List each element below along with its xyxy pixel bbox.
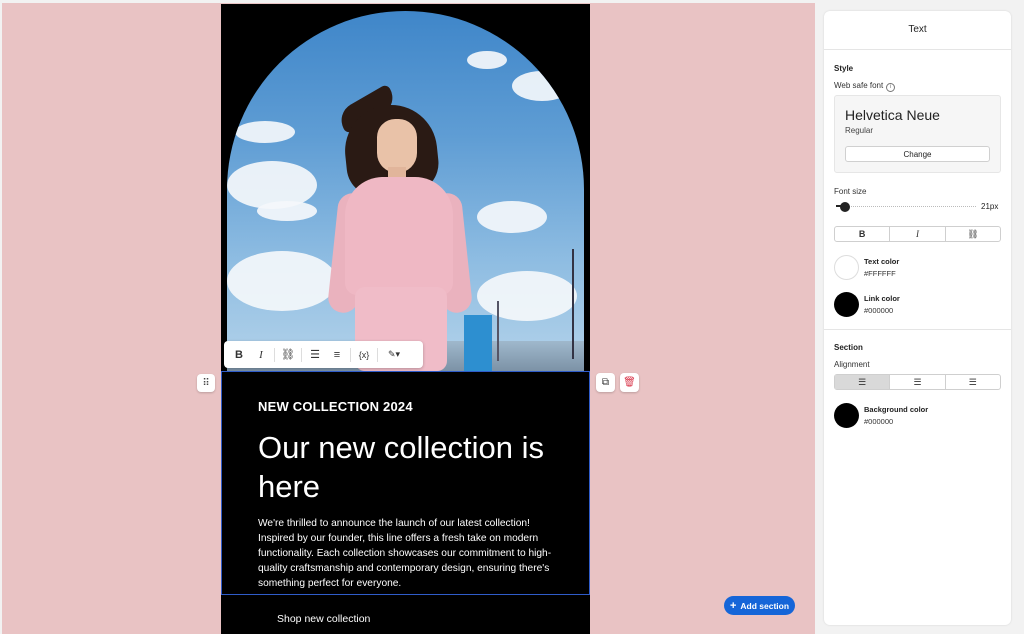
toolbar-divider xyxy=(274,347,275,362)
font-style: Regular xyxy=(845,126,874,135)
face xyxy=(377,119,417,173)
background-color-label: Background color xyxy=(864,405,929,414)
sweatshirt xyxy=(345,177,453,295)
cloud xyxy=(477,201,547,233)
font-size-value: 21px xyxy=(981,202,999,211)
bold-button[interactable]: B xyxy=(228,344,250,366)
cloud xyxy=(227,251,337,311)
align-right-icon[interactable]: ☰ xyxy=(946,375,1000,389)
link-color-value: #000000 xyxy=(864,306,894,315)
duplicate-icon[interactable]: ⧉ xyxy=(596,373,615,392)
add-section-label: Add section xyxy=(740,600,790,611)
text-color-swatch[interactable] xyxy=(834,255,859,280)
font-size-slider-track[interactable] xyxy=(836,206,976,207)
cloud xyxy=(257,201,317,221)
text-format-buttons: B I ⛓ xyxy=(834,226,1001,242)
eyebrow-text[interactable]: NEW COLLECTION 2024 xyxy=(258,399,413,414)
utility-pole xyxy=(497,301,499,361)
blue-building xyxy=(464,315,492,371)
variable-icon[interactable]: {x} xyxy=(353,344,375,366)
link-color-swatch[interactable] xyxy=(834,292,859,317)
toolbar-divider xyxy=(350,347,351,362)
toolbar-divider xyxy=(301,347,302,362)
text-color-dropdown[interactable]: ✎▾ xyxy=(380,344,408,366)
link-icon[interactable]: ⛓ xyxy=(946,227,1000,241)
link-color-label: Link color xyxy=(864,294,900,303)
align-center-icon[interactable]: ☰ xyxy=(890,375,946,389)
font-name: Helvetica Neue xyxy=(845,107,940,123)
text-color-label: Text color xyxy=(864,257,900,266)
headline-text[interactable]: Our new collection is here xyxy=(258,428,578,506)
bulleted-list-icon[interactable]: ☰ xyxy=(304,344,326,366)
body-text[interactable]: We're thrilled to announce the launch of… xyxy=(258,516,558,591)
change-font-button[interactable]: Change xyxy=(845,146,990,162)
cloud xyxy=(512,71,572,101)
drag-handle-icon[interactable]: ⠿ xyxy=(197,374,215,392)
delete-icon[interactable]: 🗑 xyxy=(620,373,639,392)
italic-toggle[interactable]: I xyxy=(890,227,946,241)
divider xyxy=(824,49,1011,50)
text-format-toolbar: B I ⛓ ☰ ≡ {x} ✎▾ xyxy=(224,341,423,368)
alignment-buttons: ☰ ☰ ☰ xyxy=(834,374,1001,390)
toolbar-divider xyxy=(377,347,378,362)
utility-pole xyxy=(572,249,574,359)
hero-image[interactable] xyxy=(227,11,584,371)
add-section-button[interactable]: + Add section xyxy=(724,596,795,615)
link-icon[interactable]: ⛓ xyxy=(277,344,299,366)
alignment-label: Alignment xyxy=(834,360,870,369)
web-safe-font-label: Web safe font i xyxy=(834,81,896,92)
section-heading: Section xyxy=(834,343,863,352)
align-left-icon[interactable]: ☰ xyxy=(835,375,891,389)
text-color-value: #FFFFFF xyxy=(864,269,896,278)
plus-icon: + xyxy=(729,599,737,612)
font-size-label: Font size xyxy=(834,187,867,196)
italic-button[interactable]: I xyxy=(250,344,272,366)
bold-toggle[interactable]: B xyxy=(835,227,891,241)
font-size-slider-handle[interactable] xyxy=(840,202,850,212)
background-color-value: #000000 xyxy=(864,417,894,426)
shop-collection-link[interactable]: Shop new collection xyxy=(277,613,370,625)
cloud xyxy=(235,121,295,143)
numbered-list-icon[interactable]: ≡ xyxy=(326,344,348,366)
cloud xyxy=(477,271,577,321)
style-heading: Style xyxy=(834,64,854,73)
divider xyxy=(824,329,1011,330)
panel-title: Text xyxy=(908,24,927,35)
info-icon[interactable]: i xyxy=(886,83,896,92)
cloud xyxy=(467,51,507,69)
background-color-swatch[interactable] xyxy=(834,403,859,428)
